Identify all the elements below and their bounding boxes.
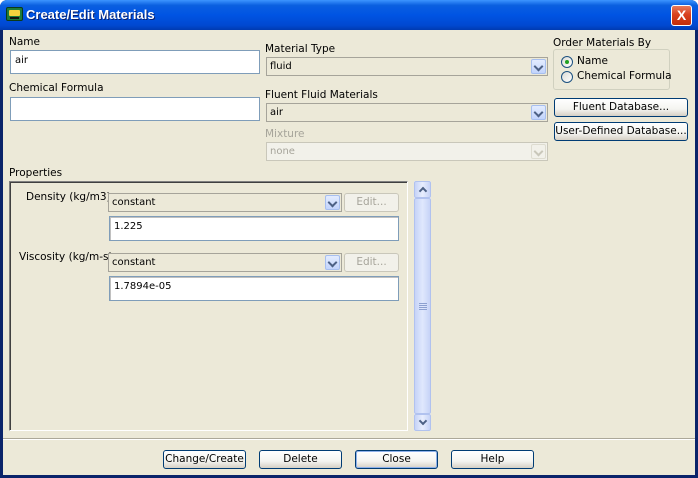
order-by-group: Name Chemical Formula <box>553 49 672 90</box>
mixture-dropdown: none <box>266 142 548 161</box>
chevron-down-icon[interactable] <box>325 255 340 270</box>
viscosity-edit-button: Edit... <box>344 253 399 272</box>
material-type-dropdown[interactable]: fluid <box>266 57 548 76</box>
density-edit-button: Edit... <box>344 193 399 212</box>
grip-icon <box>419 305 427 306</box>
fluent-fluid-materials-value: air <box>270 107 284 118</box>
grip-icon <box>419 309 427 310</box>
close-button[interactable]: Close <box>355 450 438 469</box>
order-by-label: Order Materials By <box>553 37 652 49</box>
fluent-app-icon <box>6 7 23 21</box>
divider <box>3 438 695 440</box>
density-method-dropdown[interactable]: constant <box>108 193 342 212</box>
order-by-formula-radio[interactable] <box>561 71 573 83</box>
density-label: Density (kg/m3) <box>26 191 111 203</box>
material-type-value: fluid <box>270 61 292 72</box>
properties-scrollbar[interactable] <box>414 181 431 431</box>
grip-icon <box>419 307 427 308</box>
viscosity-label: Viscosity (kg/m-s) <box>19 251 113 263</box>
scroll-up-icon[interactable] <box>414 181 431 198</box>
scrollbar-thumb[interactable] <box>414 198 431 414</box>
fluent-database-button[interactable]: Fluent Database... <box>554 98 688 117</box>
chevron-down-icon[interactable] <box>531 105 546 120</box>
mixture-label: Mixture <box>265 128 305 140</box>
name-label: Name <box>9 36 40 48</box>
delete-button[interactable]: Delete <box>259 450 342 469</box>
user-defined-database-button[interactable]: User-Defined Database... <box>554 122 688 141</box>
density-method-value: constant <box>112 197 156 208</box>
order-by-formula-label[interactable]: Chemical Formula <box>577 70 672 82</box>
scroll-down-icon[interactable] <box>414 414 431 431</box>
window-title: Create/Edit Materials <box>26 7 155 22</box>
order-by-name-label[interactable]: Name <box>577 55 608 67</box>
chevron-down-icon <box>531 144 546 159</box>
viscosity-method-dropdown[interactable]: constant <box>108 253 342 272</box>
fluent-fluid-materials-label: Fluent Fluid Materials <box>265 89 378 101</box>
name-input[interactable]: air <box>10 50 260 74</box>
close-window-button[interactable]: X <box>671 5 692 26</box>
fluent-fluid-materials-dropdown[interactable]: air <box>266 103 548 122</box>
change-create-button[interactable]: Change/Create <box>163 450 246 469</box>
dialog-body: Name air Chemical Formula Material Type … <box>3 30 695 475</box>
chemical-formula-input[interactable] <box>10 97 260 121</box>
material-type-label: Material Type <box>265 43 336 55</box>
chevron-down-icon[interactable] <box>531 59 546 74</box>
grip-icon <box>419 303 427 304</box>
properties-label: Properties <box>9 167 63 179</box>
title-bar[interactable]: Create/Edit Materials X <box>0 0 698 30</box>
mixture-value: none <box>270 146 295 157</box>
materials-dialog: Create/Edit Materials X Name air Chemica… <box>0 0 698 478</box>
chemical-formula-label: Chemical Formula <box>9 82 104 94</box>
order-by-name-radio[interactable] <box>561 56 573 68</box>
help-button[interactable]: Help <box>451 450 534 469</box>
density-value-input[interactable]: 1.225 <box>109 216 399 241</box>
chevron-down-icon[interactable] <box>325 195 340 210</box>
viscosity-value-input[interactable]: 1.7894e-05 <box>109 276 399 301</box>
viscosity-method-value: constant <box>112 257 156 268</box>
